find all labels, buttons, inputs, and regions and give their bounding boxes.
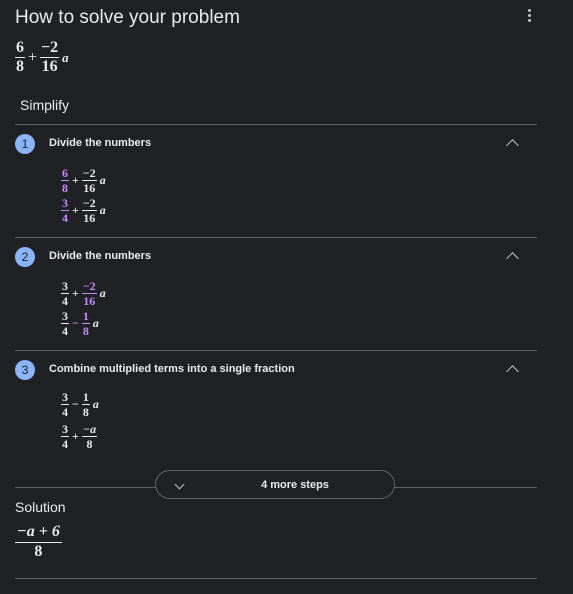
variable: a bbox=[92, 316, 99, 330]
divider bbox=[15, 124, 537, 125]
fraction-numerator: −a bbox=[81, 422, 98, 437]
operator: + bbox=[72, 173, 79, 187]
fraction-numerator: 3 bbox=[61, 390, 69, 405]
more-steps-button[interactable]: 4 more steps bbox=[155, 470, 395, 499]
fraction-denominator: 4 bbox=[62, 324, 68, 338]
chevron-up-icon[interactable] bbox=[506, 139, 519, 152]
step-3-badge: 3 bbox=[15, 360, 35, 380]
operator: − bbox=[72, 397, 79, 411]
fraction-denominator: 4 bbox=[62, 405, 68, 419]
step-3-line-2: 3 4 + −a 8 bbox=[61, 422, 98, 451]
chevron-down-icon bbox=[174, 479, 185, 490]
step-3-line-1: 3 4−1 8 a bbox=[61, 391, 99, 418]
variable: a bbox=[99, 203, 106, 217]
divider bbox=[15, 237, 537, 238]
operator: + bbox=[72, 429, 79, 443]
solution-expression: −a + 68 bbox=[15, 524, 62, 560]
step-1-title[interactable]: Divide the numbers bbox=[49, 137, 151, 149]
divider bbox=[15, 578, 537, 579]
fraction-denominator: 8 bbox=[82, 324, 89, 338]
step-2-line-2: 3 4−1 8 a bbox=[61, 310, 99, 337]
fraction-numerator: 3 bbox=[61, 422, 69, 437]
fraction-denominator: 8 bbox=[62, 181, 68, 195]
chevron-up-icon[interactable] bbox=[506, 252, 519, 265]
step-2-line-1: 3 4 + −2 16 a bbox=[61, 280, 106, 307]
variable: a bbox=[99, 173, 106, 187]
step-1-line-2: 3 4 + −2 16 a bbox=[61, 197, 106, 224]
problem-denominator-2: 16 bbox=[41, 58, 58, 75]
fraction-numerator: 6 bbox=[61, 166, 69, 181]
fraction-denominator: 16 bbox=[83, 211, 96, 225]
fraction-numerator: 3 bbox=[61, 279, 69, 294]
step-2-badge: 2 bbox=[15, 247, 35, 267]
page-title: How to solve your problem bbox=[15, 7, 240, 28]
fraction-numerator: 1 bbox=[81, 390, 90, 405]
solution-numerator: −a + 6 bbox=[15, 524, 62, 543]
step-1-line-1: 6 8 + −2 16 a bbox=[61, 167, 106, 194]
problem-operator: + bbox=[28, 48, 38, 66]
fraction-numerator: 1 bbox=[81, 309, 90, 324]
fraction-denominator: 4 bbox=[62, 437, 68, 451]
more-steps-label: 4 more steps bbox=[261, 478, 329, 491]
variable: a bbox=[92, 397, 99, 411]
problem-variable: a bbox=[62, 49, 69, 65]
more-vert-icon[interactable] bbox=[520, 6, 538, 24]
step-1-badge: 1 bbox=[15, 134, 35, 154]
problem-numerator-2: −2 bbox=[40, 39, 60, 58]
fraction-denominator: 16 bbox=[83, 294, 96, 308]
fraction-denominator: 4 bbox=[62, 294, 68, 308]
section-label: Simplify bbox=[20, 97, 70, 113]
solution-label: Solution bbox=[15, 499, 66, 515]
fraction-numerator: −2 bbox=[81, 196, 97, 211]
fraction-numerator: 3 bbox=[61, 196, 69, 211]
problem-numerator-1: 6 bbox=[15, 39, 25, 58]
fraction-numerator: 3 bbox=[61, 309, 69, 324]
step-3-title[interactable]: Combine multiplied terms into a single f… bbox=[49, 363, 295, 375]
problem-denominator-1: 8 bbox=[16, 58, 24, 75]
fraction-denominator: 16 bbox=[83, 181, 96, 195]
fraction-denominator: 4 bbox=[62, 211, 68, 225]
chevron-up-icon[interactable] bbox=[506, 365, 519, 378]
operator: + bbox=[72, 286, 79, 300]
fraction-numerator: −2 bbox=[81, 166, 97, 181]
fraction-denominator: 8 bbox=[86, 437, 93, 451]
solution-denominator: 8 bbox=[34, 543, 43, 560]
variable: a bbox=[99, 286, 106, 300]
divider bbox=[15, 350, 537, 351]
operator: + bbox=[72, 203, 79, 217]
problem-expression: 6 8 + −2 16 a bbox=[15, 40, 69, 75]
step-2-title[interactable]: Divide the numbers bbox=[49, 250, 151, 262]
fraction-numerator: −2 bbox=[81, 279, 97, 294]
fraction-denominator: 8 bbox=[82, 405, 89, 419]
operator: − bbox=[72, 316, 79, 330]
